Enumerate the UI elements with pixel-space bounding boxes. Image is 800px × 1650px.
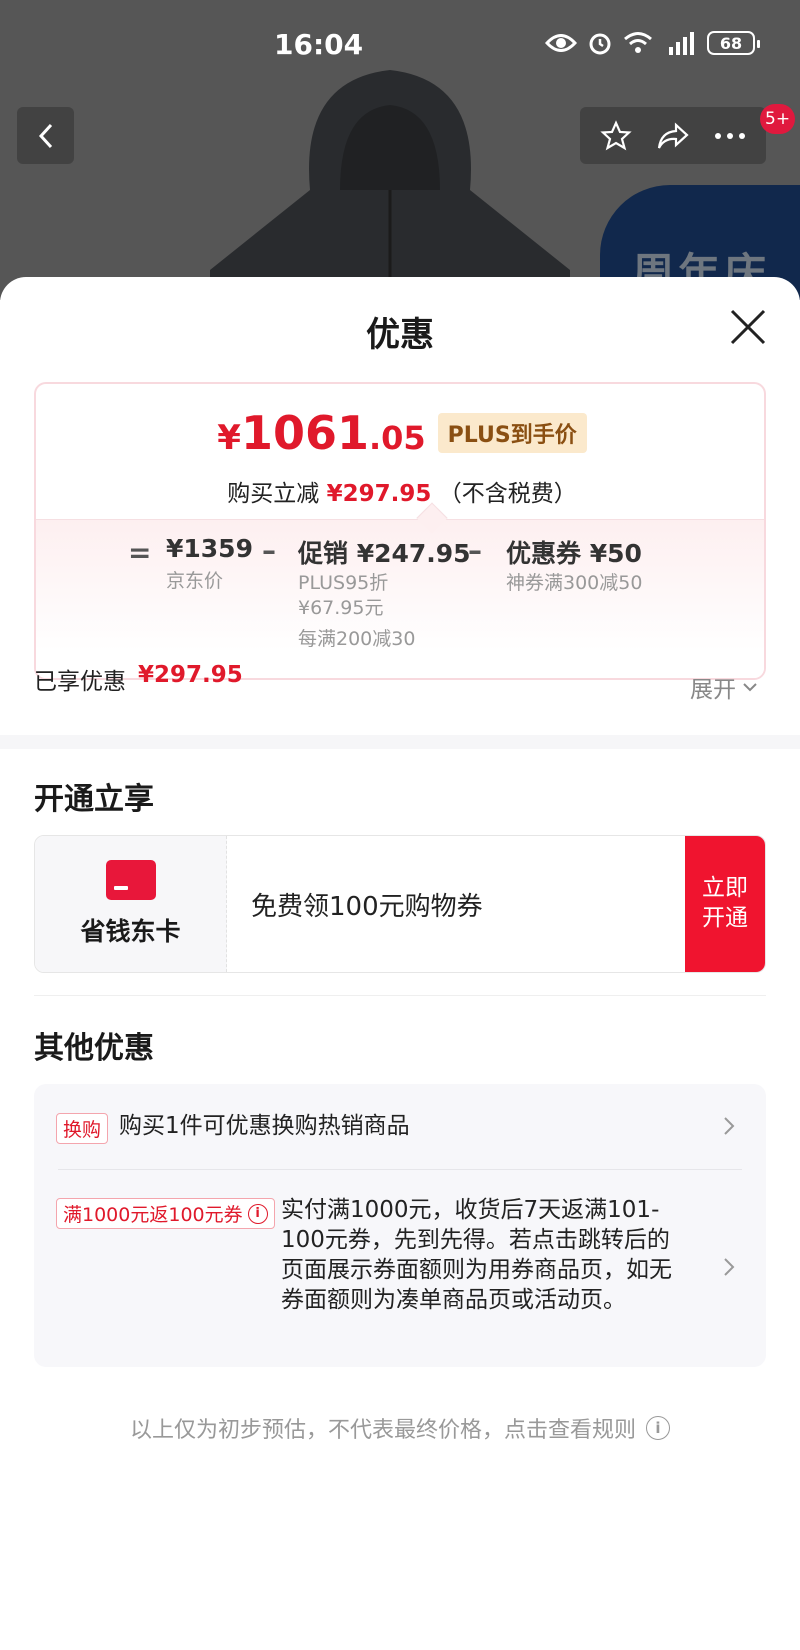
promo-detail-3: 每满200减30 — [298, 628, 416, 650]
more-icon[interactable] — [714, 131, 746, 141]
minus-sign: – — [262, 534, 276, 567]
offer-tag: 换购 — [56, 1113, 109, 1144]
save-suffix: （不含税费） — [438, 481, 577, 507]
enjoyed-discount: 已享优惠 ¥297.95 — [34, 662, 243, 696]
save-prefix: 购买立减 — [227, 481, 320, 507]
eye-icon — [545, 34, 577, 52]
alarm-icon — [589, 33, 611, 55]
coupon-detail: 神券满300减50 — [506, 572, 643, 594]
other-offers-list: 换购 购买1件可优惠换购热销商品 满1000元返100元券 i 实付满1000元… — [34, 1084, 766, 1367]
thin-divider — [34, 995, 766, 996]
wifi-icon — [624, 32, 652, 53]
battery-indicator: 68 — [707, 31, 760, 55]
offer-text: 购买1件可优惠换购热销商品 — [119, 1113, 410, 1139]
chevron-left-icon — [38, 123, 52, 148]
minus-sign: – — [468, 534, 482, 567]
enjoyed-amount: ¥297.95 — [138, 662, 243, 688]
open-now-button[interactable]: 立即开通 — [685, 836, 765, 972]
share-icon[interactable] — [656, 121, 690, 151]
membership-card-desc: 免费领100元购物券 — [251, 891, 483, 922]
status-bar: 16:04 68 — [0, 0, 800, 90]
coupon-amount: 优惠券 ¥50 — [506, 539, 642, 568]
chevron-right-icon — [724, 1258, 735, 1276]
chevron-down-icon — [743, 683, 757, 692]
jd-price-label: 京东价 — [166, 570, 224, 592]
signal-icon — [669, 32, 694, 55]
promo-detail-1: PLUS95折 — [298, 572, 389, 594]
card-icon — [105, 860, 156, 900]
promo-detail-2: ¥67.95元 — [298, 597, 384, 619]
status-icons: 68 — [545, 30, 760, 56]
other-section-title: 其他优惠 — [34, 1031, 154, 1066]
back-button[interactable] — [17, 107, 74, 164]
offer-tag-label: 换购 — [63, 1119, 102, 1141]
promo-amount: 促销 ¥247.95 — [298, 539, 471, 568]
membership-card-name: 省钱东卡 — [80, 917, 181, 946]
message-badge: 5+ — [760, 104, 796, 134]
jd-price: ¥1359 — [166, 534, 253, 563]
top-action-bar — [580, 107, 766, 164]
save-amount: ¥297.95 — [326, 481, 432, 507]
equals-sign: = — [128, 536, 152, 569]
section-divider — [0, 735, 800, 749]
star-icon[interactable] — [600, 119, 632, 152]
rules-note-text: 以上仅为初步预估，不代表最终价格，点击查看规则 — [129, 1418, 636, 1443]
offer-tag: 满1000元返100元券 i — [56, 1198, 275, 1229]
save-summary: 购买立减 ¥297.95 （不含税费） — [36, 474, 764, 508]
plus-price-tag: PLUS到手价 — [437, 413, 587, 453]
open-section-title: 开通立享 — [34, 782, 154, 817]
final-price-integer: 1061 — [240, 406, 369, 460]
offer-text: 实付满1000元，收货后7天返满101-100元券，先到先得。若点击跳转后的页面… — [281, 1197, 672, 1313]
membership-card-brand: 省钱东卡 — [35, 836, 227, 972]
expand-label: 展开 — [690, 677, 736, 703]
info-icon: i — [646, 1416, 670, 1440]
rules-note[interactable]: 以上仅为初步预估，不代表最终价格，点击查看规则 i — [0, 1412, 800, 1444]
close-icon[interactable] — [728, 307, 768, 347]
discount-sheet: 优惠 ¥ 1061 .05 PLUS到手价 购买立减 ¥297.95 （不含税费… — [0, 277, 800, 1650]
expand-button[interactable]: 展开 — [690, 670, 758, 704]
info-icon[interactable]: i — [247, 1203, 268, 1224]
final-price: ¥ 1061 .05 PLUS到手价 — [36, 406, 764, 460]
status-time: 16:04 — [274, 28, 364, 61]
price-breakdown: = ¥1359 京东价 – 促销 ¥247.95 PLUS95折 ¥67.95元… — [36, 519, 764, 678]
sheet-title: 优惠 — [366, 315, 434, 355]
price-card: ¥ 1061 .05 PLUS到手价 购买立减 ¥297.95 （不含税费） =… — [34, 382, 766, 680]
membership-card[interactable]: 省钱东卡 免费领100元购物券 立即开通 — [34, 835, 766, 973]
offer-tag-label: 满1000元返100元券 — [63, 1204, 243, 1226]
currency-symbol: ¥ — [217, 418, 241, 458]
chevron-right-icon — [724, 1117, 735, 1135]
final-price-decimal: .05 — [368, 419, 426, 457]
row-divider — [58, 1169, 742, 1170]
enjoyed-label: 已享优惠 — [34, 669, 126, 695]
